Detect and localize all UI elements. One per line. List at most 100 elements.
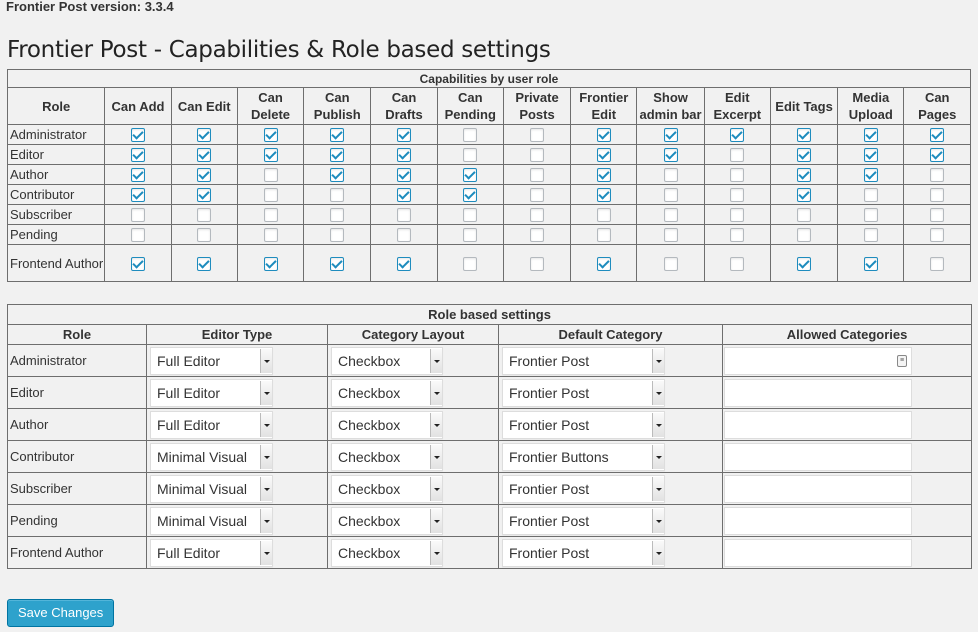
checkbox-can-pending[interactable] (463, 188, 478, 203)
checkbox-show-admin-bar[interactable] (663, 257, 678, 272)
checkbox-can-pending[interactable] (463, 168, 478, 183)
checkbox-edit-tags[interactable] (797, 148, 812, 163)
checkbox-frontier-edit[interactable] (596, 148, 611, 163)
checkbox-edit-excerpt[interactable] (730, 168, 745, 183)
checkbox-private-posts[interactable] (530, 148, 545, 163)
checkbox-edit-tags[interactable] (797, 228, 812, 243)
editor-type-select[interactable]: Minimal Visual (150, 506, 273, 535)
checkbox-can-delete[interactable] (263, 128, 278, 143)
checkbox-show-admin-bar[interactable] (663, 228, 678, 243)
checkbox-frontier-edit[interactable] (596, 208, 611, 223)
checkbox-edit-excerpt[interactable] (730, 208, 745, 223)
checkbox-can-pages[interactable] (930, 168, 945, 183)
checkbox-can-pages[interactable] (930, 228, 945, 243)
checkbox-can-edit[interactable] (197, 228, 212, 243)
checkbox-edit-excerpt[interactable] (730, 188, 745, 203)
checkbox-private-posts[interactable] (530, 208, 545, 223)
checkbox-can-edit[interactable] (197, 148, 212, 163)
checkbox-edit-tags[interactable] (797, 257, 812, 272)
checkbox-can-pages[interactable] (930, 188, 945, 203)
default-category-select[interactable]: Frontier Post (502, 378, 665, 407)
default-category-select[interactable]: Frontier Post (502, 346, 665, 375)
checkbox-can-pending[interactable] (463, 128, 478, 143)
checkbox-can-add[interactable] (131, 168, 145, 183)
category-layout-select[interactable]: Checkbox (331, 378, 443, 407)
checkbox-media-upload[interactable] (863, 188, 878, 203)
checkbox-can-add[interactable] (131, 208, 145, 223)
checkbox-private-posts[interactable] (530, 168, 545, 183)
category-layout-select[interactable]: Checkbox (331, 474, 443, 503)
checkbox-can-publish[interactable] (330, 128, 345, 143)
checkbox-private-posts[interactable] (530, 128, 545, 143)
default-category-select[interactable]: Frontier Buttons (502, 442, 665, 471)
checkbox-media-upload[interactable] (863, 148, 878, 163)
checkbox-can-publish[interactable] (330, 148, 345, 163)
checkbox-media-upload[interactable] (863, 168, 878, 183)
checkbox-frontier-edit[interactable] (596, 228, 611, 243)
checkbox-can-edit[interactable] (197, 257, 212, 272)
checkbox-can-delete[interactable] (263, 257, 278, 272)
checkbox-can-delete[interactable] (263, 168, 278, 183)
allowed-categories-select[interactable] (724, 538, 912, 567)
checkbox-can-add[interactable] (131, 228, 145, 243)
checkbox-can-drafts[interactable] (397, 188, 412, 203)
checkbox-show-admin-bar[interactable] (663, 128, 678, 143)
checkbox-edit-tags[interactable] (797, 188, 812, 203)
checkbox-can-publish[interactable] (330, 188, 345, 203)
checkbox-show-admin-bar[interactable] (663, 208, 678, 223)
checkbox-edit-tags[interactable] (797, 128, 812, 143)
checkbox-can-delete[interactable] (263, 148, 278, 163)
checkbox-can-drafts[interactable] (397, 128, 412, 143)
category-layout-select[interactable]: Checkbox (331, 442, 443, 471)
checkbox-edit-excerpt[interactable] (730, 148, 745, 163)
checkbox-frontier-edit[interactable] (596, 168, 611, 183)
checkbox-can-edit[interactable] (197, 188, 212, 203)
checkbox-can-delete[interactable] (263, 188, 278, 203)
checkbox-can-drafts[interactable] (397, 168, 412, 183)
checkbox-edit-excerpt[interactable] (730, 128, 745, 143)
checkbox-can-publish[interactable] (330, 228, 345, 243)
checkbox-frontier-edit[interactable] (596, 128, 611, 143)
checkbox-can-pending[interactable] (463, 228, 478, 243)
checkbox-can-pages[interactable] (930, 148, 945, 163)
checkbox-can-delete[interactable] (263, 228, 278, 243)
allowed-categories-select[interactable] (724, 506, 912, 535)
checkbox-can-edit[interactable] (197, 208, 212, 223)
checkbox-frontier-edit[interactable] (596, 257, 611, 272)
checkbox-can-pages[interactable] (930, 257, 945, 272)
checkbox-can-pending[interactable] (463, 257, 478, 272)
checkbox-show-admin-bar[interactable] (663, 148, 678, 163)
default-category-select[interactable]: Frontier Post (502, 506, 665, 535)
default-category-select[interactable]: Frontier Post (502, 474, 665, 503)
editor-type-select[interactable]: Minimal Visual (150, 442, 273, 471)
checkbox-can-pages[interactable] (930, 128, 945, 143)
checkbox-frontier-edit[interactable] (596, 188, 611, 203)
allowed-categories-select[interactable] (724, 410, 912, 439)
checkbox-can-edit[interactable] (197, 168, 212, 183)
category-layout-select[interactable]: Checkbox (331, 538, 443, 567)
default-category-select[interactable]: Frontier Post (502, 538, 665, 567)
checkbox-can-drafts[interactable] (397, 208, 412, 223)
checkbox-can-pending[interactable] (463, 148, 478, 163)
checkbox-can-add[interactable] (131, 257, 145, 272)
checkbox-media-upload[interactable] (863, 228, 878, 243)
checkbox-can-drafts[interactable] (397, 148, 412, 163)
checkbox-private-posts[interactable] (530, 228, 545, 243)
checkbox-can-delete[interactable] (263, 208, 278, 223)
editor-type-select[interactable]: Full Editor (150, 378, 273, 407)
checkbox-show-admin-bar[interactable] (663, 168, 678, 183)
allowed-categories-select[interactable] (724, 474, 912, 503)
checkbox-can-publish[interactable] (330, 208, 345, 223)
checkbox-can-add[interactable] (131, 148, 145, 163)
checkbox-private-posts[interactable] (530, 257, 545, 272)
editor-type-select[interactable]: Minimal Visual (150, 474, 273, 503)
category-layout-select[interactable]: Checkbox (331, 506, 443, 535)
checkbox-can-publish[interactable] (330, 257, 345, 272)
checkbox-media-upload[interactable] (863, 208, 878, 223)
checkbox-private-posts[interactable] (530, 188, 545, 203)
allowed-categories-select[interactable] (724, 378, 912, 407)
checkbox-can-pending[interactable] (463, 208, 478, 223)
editor-type-select[interactable]: Full Editor (150, 538, 273, 567)
checkbox-can-pages[interactable] (930, 208, 945, 223)
checkbox-edit-excerpt[interactable] (730, 257, 745, 272)
